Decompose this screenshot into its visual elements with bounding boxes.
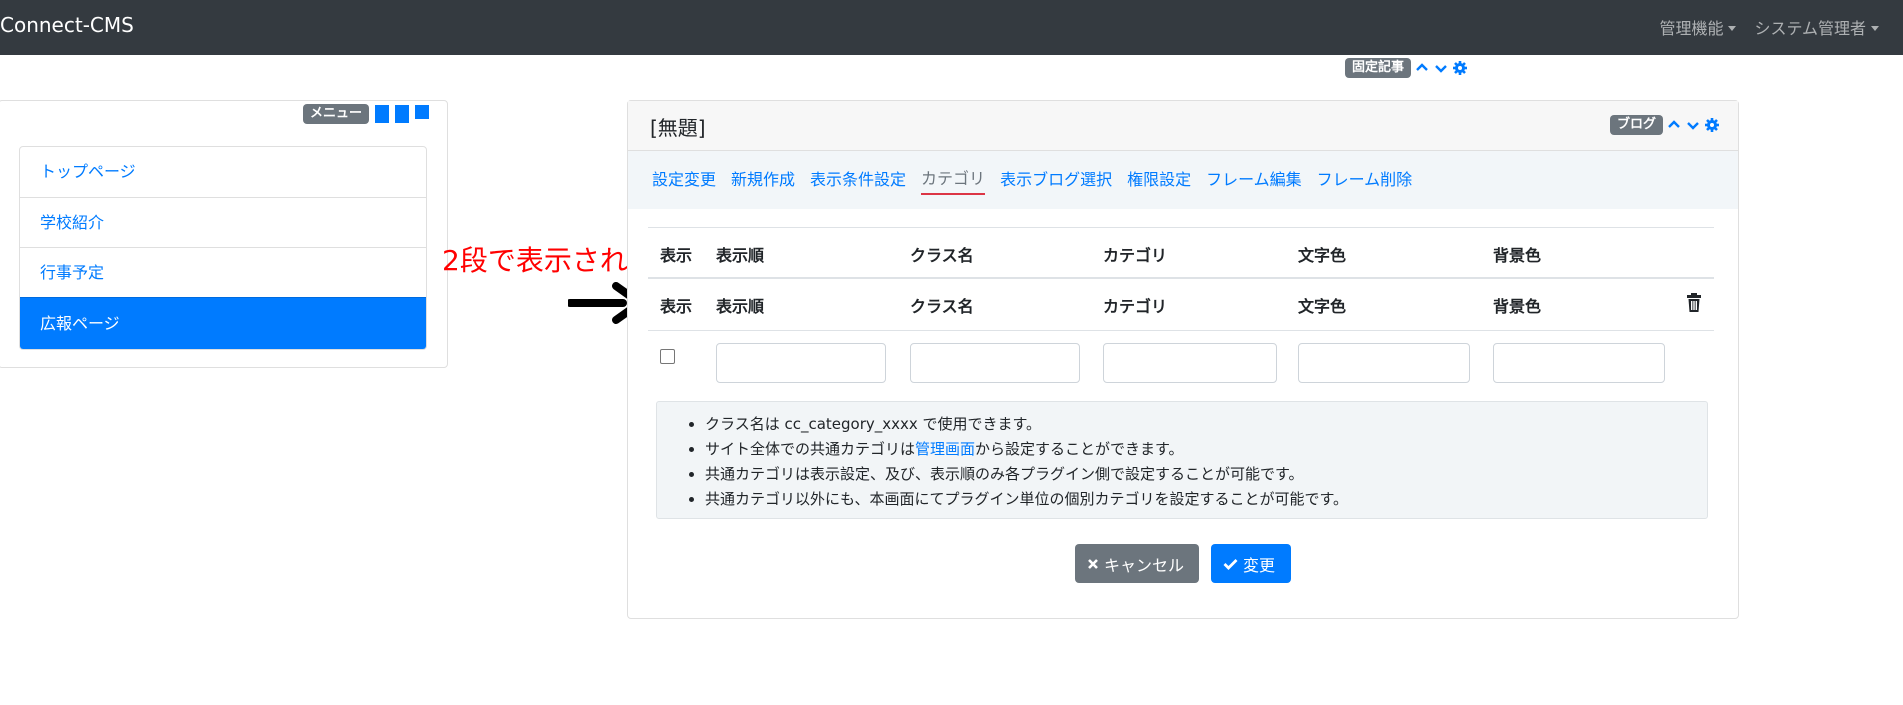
blog-frame: [無題] ブログ 設定変更 新規作成 表示条件設定 カテゴリ 表示ブログ選択 権…: [627, 100, 1739, 619]
menu-badge: メニュー: [302, 104, 369, 124]
tab-display-conditions[interactable]: 表示条件設定: [810, 166, 906, 194]
menu-frame: メニュー トップページ 学校紹介 行事予定 広報ページ: [0, 100, 448, 368]
tab-blog-select[interactable]: 表示ブログ選択: [1000, 166, 1112, 194]
blog-badge: ブログ: [1609, 115, 1663, 135]
menu-item-top[interactable]: トップページ: [20, 147, 426, 197]
header-bg-color: 背景色: [1493, 297, 1542, 316]
layout-block-icon[interactable]: [415, 105, 429, 119]
chevron-down-icon[interactable]: [1685, 117, 1701, 133]
help-item: クラス名は cc_category_xxxx で使用できます。: [705, 412, 1348, 437]
tab-new[interactable]: 新規作成: [731, 166, 795, 194]
tab-permissions[interactable]: 権限設定: [1127, 166, 1191, 194]
menu-item-events[interactable]: 行事予定: [20, 247, 426, 297]
cancel-button[interactable]: キャンセル: [1075, 544, 1199, 583]
table-row-new-category: [648, 331, 1714, 401]
frame-title: [無題]: [650, 116, 706, 140]
admin-menu-dropdown[interactable]: 管理機能: [1659, 15, 1736, 39]
header-category: カテゴリ: [1103, 297, 1168, 316]
order-input[interactable]: [716, 343, 886, 383]
frame-edit-tabs: 設定変更 新規作成 表示条件設定 カテゴリ 表示ブログ選択 権限設定 フレーム編…: [628, 151, 1738, 209]
menu-frame-controls: メニュー: [302, 104, 429, 124]
header-display: 表示: [660, 246, 693, 265]
navbar-menus: 管理機能 システム管理者: [1659, 15, 1879, 39]
close-icon: [1088, 558, 1098, 569]
annotation-text: 2段で表示される: [442, 244, 656, 277]
tab-frame-edit[interactable]: フレーム編集: [1206, 166, 1302, 194]
header-order: 表示順: [716, 246, 765, 265]
admin-screen-link[interactable]: 管理画面: [915, 440, 975, 458]
save-button[interactable]: 変更: [1211, 544, 1291, 583]
header-display: 表示: [660, 297, 693, 316]
top-navbar: Connect-CMS 管理機能 システム管理者: [0, 0, 1903, 55]
category-input[interactable]: [1103, 343, 1277, 383]
layout-block-icon[interactable]: [375, 105, 389, 123]
tab-frame-delete[interactable]: フレーム削除: [1317, 166, 1413, 194]
fixed-article-badge: 固定記事: [1345, 58, 1412, 78]
header-text-color: 文字色: [1298, 297, 1347, 316]
header-bg-color: 背景色: [1493, 246, 1542, 265]
class-name-input[interactable]: [910, 343, 1080, 383]
blog-frame-header: [無題] ブログ: [628, 101, 1738, 151]
help-item: 共通カテゴリは表示設定、及び、表示順のみ各プラグイン側で設定することが可能です。: [705, 462, 1348, 487]
gear-icon[interactable]: [1452, 60, 1468, 76]
menu-item-pr[interactable]: 広報ページ: [20, 297, 426, 349]
page-menu-list: トップページ 学校紹介 行事予定 広報ページ: [19, 146, 427, 350]
help-text: サイト全体での共通カテゴリは: [705, 440, 916, 458]
header-class-name: クラス名: [910, 297, 974, 316]
header-order: 表示順: [716, 297, 765, 316]
help-item: 共通カテゴリ以外にも、本画面にてプラグイン単位の個別カテゴリを設定することが可能…: [705, 487, 1348, 512]
chevron-up-icon[interactable]: [1666, 117, 1682, 133]
brand-link[interactable]: Connect-CMS: [0, 13, 134, 37]
cancel-button-label: キャンセル: [1104, 555, 1185, 575]
tab-category[interactable]: カテゴリ: [921, 165, 986, 195]
table-header-row: 表示 表示順 クラス名 カテゴリ 文字色 背景色: [648, 227, 1714, 279]
header-category: カテゴリ: [1103, 246, 1168, 265]
save-button-label: 変更: [1243, 555, 1276, 575]
trash-icon: [1687, 293, 1701, 312]
text-color-input[interactable]: [1298, 343, 1470, 383]
menu-item-school[interactable]: 学校紹介: [20, 197, 426, 247]
check-icon: [1223, 558, 1238, 570]
bg-color-input[interactable]: [1493, 343, 1665, 383]
display-checkbox[interactable]: [660, 349, 675, 364]
help-text: から設定することができます。: [975, 440, 1184, 458]
layout-block-icon[interactable]: [395, 105, 409, 123]
category-help-box: クラス名は cc_category_xxxx で使用できます。 サイト全体での共…: [656, 401, 1708, 519]
fixed-article-controls: 固定記事: [1345, 58, 1468, 78]
blog-frame-controls: ブログ: [1609, 115, 1720, 135]
chevron-down-icon[interactable]: [1433, 60, 1449, 76]
user-menu-dropdown[interactable]: システム管理者: [1754, 15, 1879, 39]
table-header-row-duplicate: 表示 表示順 クラス名 カテゴリ 文字色 背景色: [648, 279, 1714, 331]
help-list: クラス名は cc_category_xxxx で使用できます。 サイト全体での共…: [705, 412, 1348, 512]
help-item: サイト全体での共通カテゴリは管理画面から設定することができます。: [705, 437, 1348, 462]
header-class-name: クラス名: [910, 246, 974, 265]
gear-icon[interactable]: [1704, 117, 1720, 133]
tab-settings[interactable]: 設定変更: [652, 166, 716, 194]
header-text-color: 文字色: [1298, 246, 1347, 265]
chevron-up-icon[interactable]: [1414, 60, 1430, 76]
